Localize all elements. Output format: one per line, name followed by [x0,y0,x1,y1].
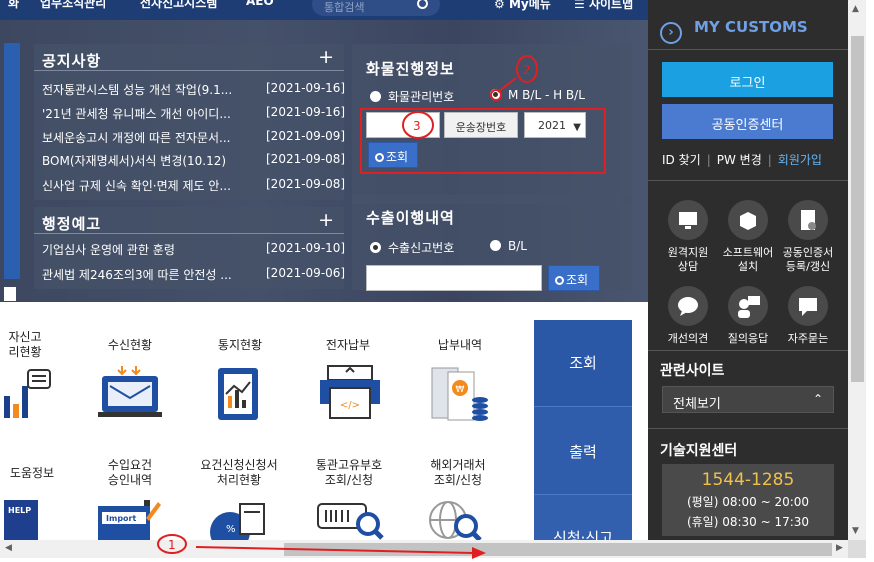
annotation-marker-2: 2 [523,63,531,77]
annotation-arrow-line [195,546,475,554]
annotation-pointer [497,77,517,93]
annotation-arrow-head [472,547,486,559]
annotation-marker-1: 1 [168,538,176,552]
annotation-radio-circle [490,89,502,101]
annotation-marker-3: 3 [413,119,421,133]
annotation-overlay: 1 2 3 [157,55,538,559]
